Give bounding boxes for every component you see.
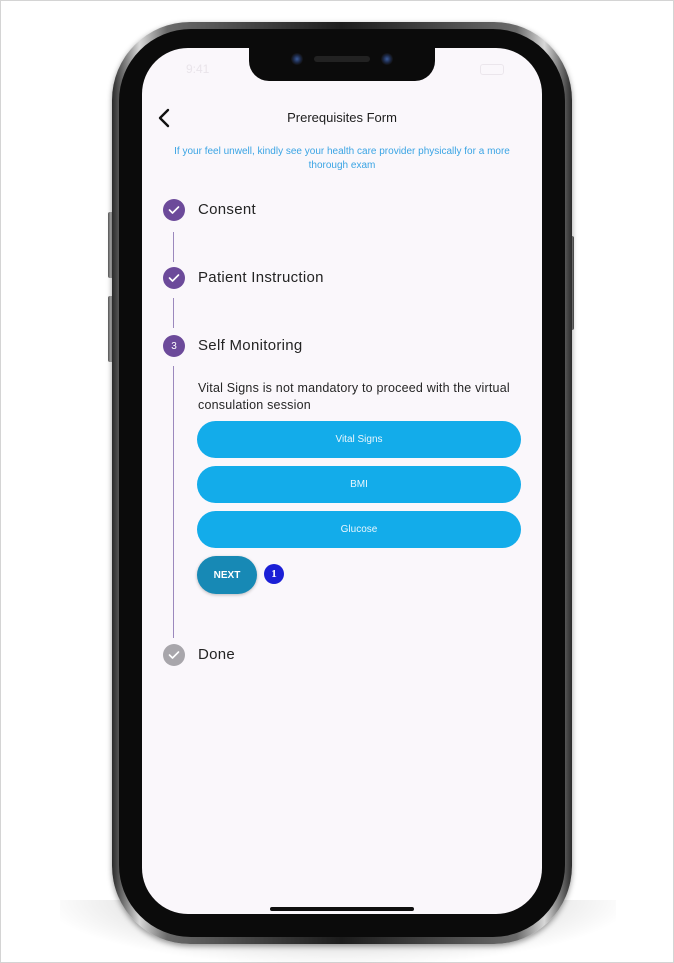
device-notch	[249, 48, 435, 81]
app-screen: 9:41 Prerequisites Form If your feel unw…	[142, 48, 542, 914]
health-notice: If your feel unwell, kindly see your hea…	[174, 146, 510, 171]
earpiece-speaker	[314, 56, 370, 62]
step-patient-instruction-label[interactable]: Patient Instruction	[198, 269, 324, 286]
page-title: Prerequisites Form	[287, 110, 397, 125]
step-consent-check-icon	[163, 199, 185, 221]
step-patient-instruction-check-icon	[163, 267, 185, 289]
bmi-button[interactable]: BMI	[197, 466, 521, 503]
step-connector	[173, 298, 174, 328]
vital-signs-button[interactable]: Vital Signs	[197, 421, 521, 458]
sensor-icon	[381, 53, 393, 65]
status-time: 9:41	[186, 62, 210, 76]
camera-icon	[291, 53, 303, 65]
step-consent-label[interactable]: Consent	[198, 201, 256, 218]
next-button[interactable]: NEXT	[197, 556, 257, 594]
step-connector	[173, 232, 174, 262]
step-self-monitoring-number: 3	[163, 335, 185, 357]
step-self-monitoring-label[interactable]: Self Monitoring	[198, 337, 303, 354]
home-indicator[interactable]	[270, 907, 414, 911]
step-done-check-icon	[163, 644, 185, 666]
battery-icon	[480, 64, 504, 75]
step-done-label[interactable]: Done	[198, 646, 235, 663]
self-monitoring-description: Vital Signs is not mandatory to proceed …	[198, 381, 510, 412]
glucose-button[interactable]: Glucose	[197, 511, 521, 548]
step-connector	[173, 366, 174, 638]
annotation-marker: 1	[264, 564, 284, 584]
